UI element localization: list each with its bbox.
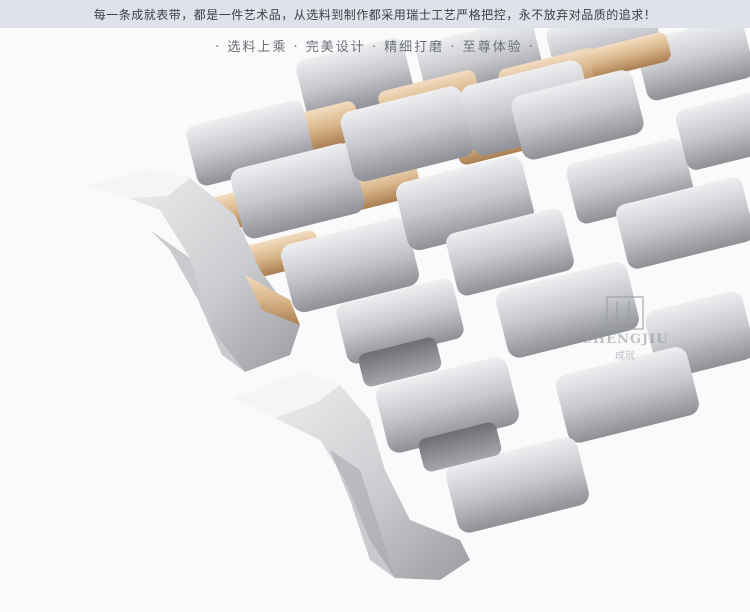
logo-icon: [606, 296, 644, 330]
tagline: · 选料上乘 · 完美设计 · 精细打磨 · 至尊体验 ·: [215, 40, 535, 55]
brand-watermark: CHENGJIU 成就: [570, 296, 680, 362]
banner-text: 每一条成就表带，都是一件艺术品，从选料到制作都采用瑞士工艺严格把控，永不放弃对品…: [93, 7, 657, 22]
watermark-brand: CHENGJIU: [581, 332, 669, 347]
watermark-cn: 成就: [615, 351, 635, 362]
top-banner: 每一条成就表带，都是一件艺术品，从选料到制作都采用瑞士工艺严格把控，永不放弃对品…: [0, 0, 750, 28]
product-image: 每一条成就表带，都是一件艺术品，从选料到制作都采用瑞士工艺严格把控，永不放弃对品…: [0, 0, 750, 612]
